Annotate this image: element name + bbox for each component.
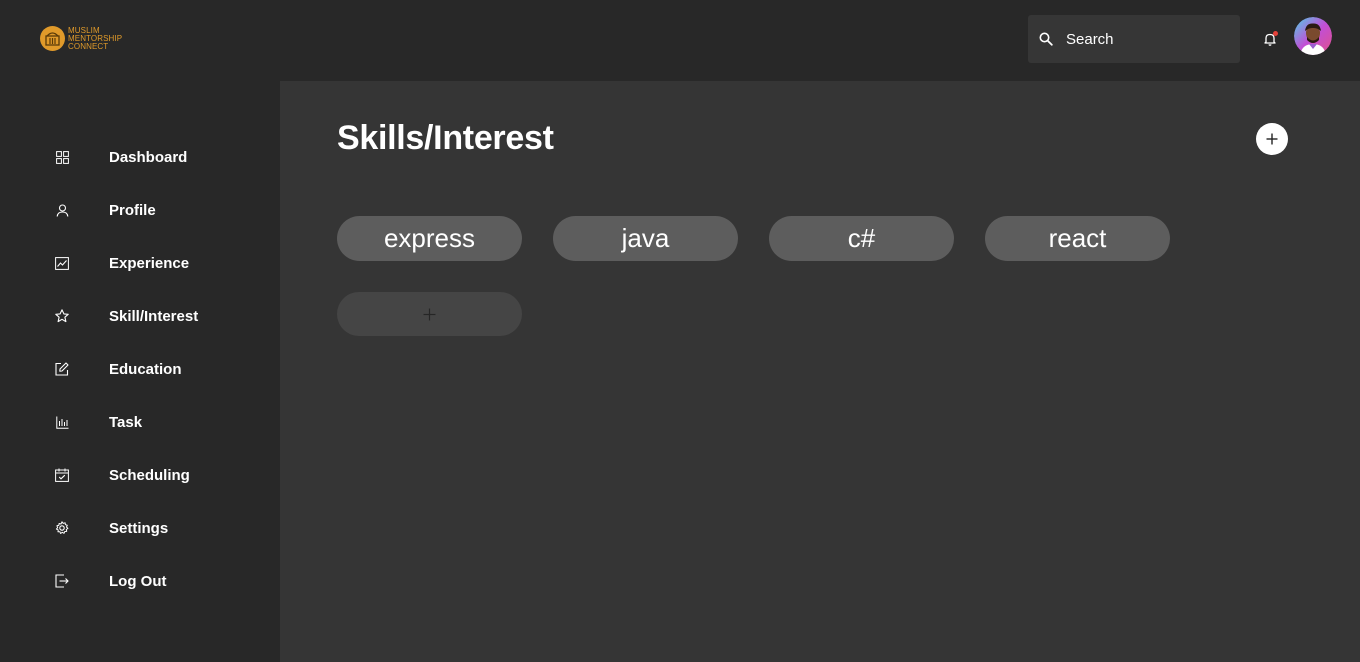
sidebar-item-education[interactable]: Education — [0, 349, 280, 389]
sidebar-item-label: Scheduling — [109, 466, 190, 484]
logo-emblem-icon — [40, 26, 65, 51]
app-root: Muslim Mentorship Connect — [0, 0, 1360, 662]
sidebar-item-label: Task — [109, 413, 143, 431]
sidebar-item-label: Settings — [109, 519, 169, 537]
gear-icon — [55, 521, 69, 535]
sidebar-item-skill-interest[interactable]: Skill/Interest — [0, 296, 280, 336]
brand-logo[interactable]: Muslim Mentorship Connect — [40, 26, 122, 51]
star-icon — [55, 309, 69, 323]
sidebar-item-settings[interactable]: Settings — [0, 508, 280, 548]
skill-chip[interactable]: c# — [769, 216, 954, 261]
brand-name: Muslim Mentorship Connect — [68, 26, 122, 51]
sidebar-item-scheduling[interactable]: Scheduling — [0, 455, 280, 495]
calendar-icon — [55, 468, 69, 482]
sidebar-item-logout[interactable]: Log Out — [0, 561, 280, 601]
notification-button[interactable] — [1262, 31, 1278, 47]
brand-line-3: Connect — [68, 41, 109, 51]
sidebar-item-label: Dashboard — [109, 148, 188, 166]
user-avatar[interactable] — [1294, 17, 1332, 55]
search-box[interactable] — [1028, 15, 1240, 63]
sidebar-item-label: Experience — [109, 254, 190, 272]
sidebar-item-profile[interactable]: Profile — [0, 190, 280, 230]
search-input[interactable] — [1066, 30, 1226, 48]
page-title: Skills/Interest — [337, 119, 554, 157]
edit-icon — [55, 362, 69, 376]
search-icon — [1039, 32, 1053, 46]
bar-chart-icon — [55, 415, 69, 429]
sidebar-item-label: Log Out — [109, 572, 167, 590]
sidebar-item-experience[interactable]: Experience — [0, 243, 280, 283]
sidebar: Dashboard Profile Experience Skill/Inter… — [0, 81, 280, 662]
grid-icon — [55, 150, 69, 164]
top-header: Muslim Mentorship Connect — [0, 0, 1360, 81]
user-icon — [55, 203, 69, 217]
main-content: Skills/Interest express java c# react — [280, 81, 1360, 662]
add-skill-chip[interactable] — [337, 292, 522, 336]
skill-chip[interactable]: java — [553, 216, 738, 261]
plus-icon — [1266, 133, 1278, 145]
logout-icon — [55, 574, 69, 588]
notification-badge — [1273, 31, 1278, 36]
add-skill-button[interactable] — [1256, 123, 1288, 155]
sidebar-item-label: Skill/Interest — [109, 307, 199, 325]
sidebar-item-label: Education — [109, 360, 182, 378]
sidebar-item-dashboard[interactable]: Dashboard — [0, 137, 280, 177]
sidebar-item-task[interactable]: Task — [0, 402, 280, 442]
skill-chip[interactable]: express — [337, 216, 522, 261]
plus-icon — [423, 308, 436, 320]
chart-line-icon — [55, 256, 69, 270]
skill-chip[interactable]: react — [985, 216, 1170, 261]
sidebar-item-label: Profile — [109, 201, 156, 219]
